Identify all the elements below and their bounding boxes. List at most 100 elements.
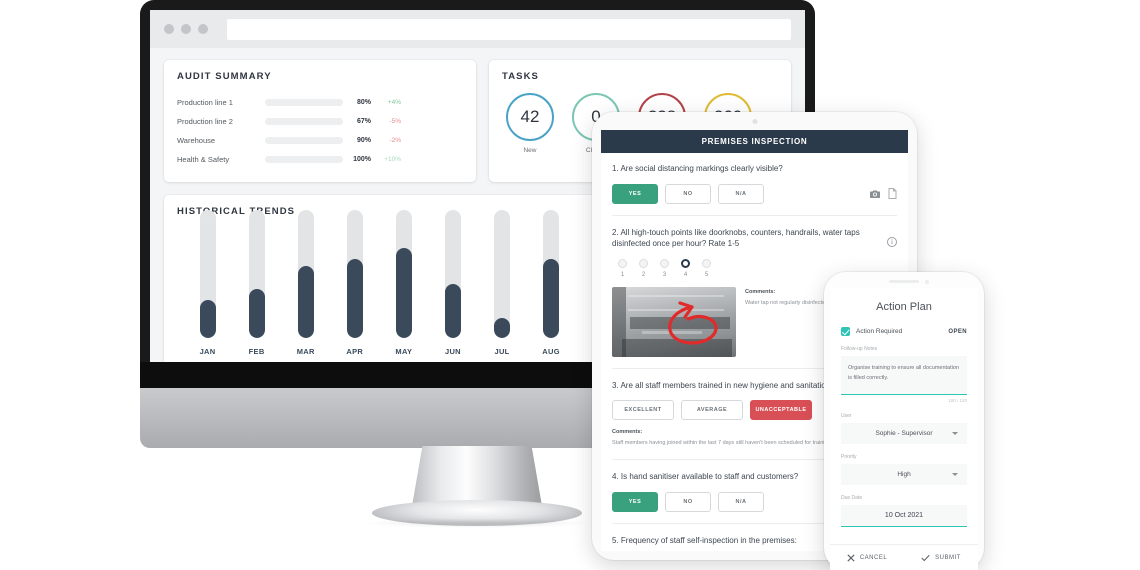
trends-bar-label: APR (346, 347, 364, 356)
q3-option-unacceptable[interactable]: UNACCEPTABLE (750, 400, 812, 421)
user-value: Sophie - Supervisor (875, 429, 933, 437)
phone-speaker (889, 280, 919, 283)
q1-option-na[interactable]: N/A (718, 183, 764, 204)
rating-label: 5 (704, 271, 709, 278)
rating-label: 2 (641, 271, 646, 278)
inspection-header-title: PREMISES INSPECTION (601, 130, 908, 153)
inspection-photo[interactable] (612, 286, 736, 357)
monitor-shadow (362, 518, 592, 528)
trends-bar-track (199, 210, 216, 338)
action-plan-footer: CANCEL SUBMIT (830, 544, 978, 570)
radio-icon (702, 258, 711, 268)
followup-notes-value: Organise training to ensure all document… (848, 365, 959, 382)
audit-row-percent: 100% (353, 156, 371, 163)
trends-bar-column: JAN (183, 210, 232, 356)
rating-option-3[interactable]: 3 (654, 258, 675, 278)
audit-progress-track (265, 118, 343, 125)
radio-icon (639, 258, 648, 268)
trends-bar-fill (297, 266, 314, 338)
followup-notes-input[interactable]: Organise training to ensure all document… (841, 356, 967, 395)
trends-bar-column: MAY (379, 210, 428, 356)
trends-bar-fill (199, 299, 216, 338)
trends-bar-column: FEB (232, 210, 281, 356)
audit-row: Warehouse 90% -2% (177, 131, 463, 150)
q1-option-yes[interactable]: YES (612, 183, 658, 204)
character-counter: 100 / 120 (948, 397, 967, 403)
audit-row-label: Production line 1 (177, 98, 233, 107)
monitor-stand-neck (412, 446, 542, 506)
phone-device: Action Plan Action Required OPEN Follow-… (824, 272, 984, 570)
due-date-input[interactable]: 10 Oct 2021 (841, 504, 967, 527)
action-required-row: Action Required OPEN (841, 327, 967, 336)
document-icon[interactable] (888, 188, 897, 200)
trends-bar-track (248, 210, 265, 338)
audit-row-delta: -2% (389, 137, 401, 144)
followup-notes-label: Follow-up Notes (841, 346, 878, 352)
user-select[interactable]: Sophie - Supervisor (841, 422, 967, 444)
priority-label: Priority (841, 453, 857, 460)
user-label: User (841, 412, 852, 419)
trends-bar-column: AUG (527, 210, 576, 356)
scene: AUDIT SUMMARY Production line 1 80% +4% (0, 0, 1140, 570)
window-minimize-icon[interactable] (181, 24, 191, 34)
trends-bar-fill (248, 289, 265, 338)
trends-bar-track (297, 210, 314, 338)
priority-select[interactable]: High (841, 463, 967, 485)
audit-row-percent: 80% (356, 99, 371, 106)
chevron-down-icon (952, 431, 958, 435)
audit-progress-track (265, 156, 343, 163)
task-count-ring: 42 (506, 93, 554, 141)
trends-bar-track (543, 210, 560, 338)
q1-option-no[interactable]: NO (665, 183, 711, 204)
q4-option-na[interactable]: N/A (718, 491, 764, 512)
task-metric-new[interactable]: 42 New (506, 93, 554, 154)
trends-bar-label: JUL (494, 347, 510, 356)
action-required-label: Action Required (856, 328, 903, 335)
trends-bar-track (346, 210, 363, 338)
trends-bar-track (494, 210, 510, 338)
trends-bar-column: JUN (428, 210, 477, 356)
tasks-title: TASKS (502, 71, 539, 82)
q4-option-yes[interactable]: YES (612, 491, 658, 512)
camera-icon[interactable] (869, 189, 881, 199)
audit-row-label: Warehouse (177, 136, 216, 145)
q1-attachments (869, 188, 897, 200)
rating-label: 1 (620, 271, 625, 278)
submit-label: SUBMIT (935, 554, 961, 561)
trends-bar-column: APR (330, 210, 379, 356)
audit-row-percent: 67% (356, 118, 371, 125)
trends-bar-label: FEB (248, 347, 265, 356)
rating-option-1[interactable]: 1 (612, 258, 633, 278)
trends-bar-fill (494, 317, 510, 338)
check-icon (921, 554, 930, 561)
close-icon (847, 553, 855, 562)
question-1: 1. Are social distancing markings clearl… (612, 163, 897, 204)
rating-option-5[interactable]: 5 (696, 258, 717, 278)
rating-label: 3 (662, 271, 667, 278)
audit-row-delta: -5% (389, 118, 401, 125)
q4-option-no[interactable]: NO (665, 491, 711, 512)
q3-option-average[interactable]: AVERAGE (681, 400, 743, 421)
submit-button[interactable]: SUBMIT (904, 554, 978, 562)
trends-bar-label: MAR (296, 347, 315, 356)
trends-bar-fill (346, 258, 363, 338)
window-maximize-icon[interactable] (198, 24, 208, 34)
action-plan-title: Action Plan (876, 301, 932, 313)
due-date-label: Due Date (841, 494, 863, 501)
trends-bar-fill (395, 248, 412, 338)
trends-bar-label: MAY (395, 347, 413, 356)
trends-bar-column: MAR (281, 210, 330, 356)
rating-option-2[interactable]: 2 (633, 258, 654, 278)
trends-bar-label: JUN (444, 347, 461, 356)
audit-row: Production line 2 67% -5% (177, 112, 463, 131)
task-caption: New (523, 147, 537, 154)
cancel-button[interactable]: CANCEL (830, 553, 904, 562)
rating-option-4[interactable]: 4 (675, 258, 696, 278)
window-close-icon[interactable] (164, 24, 174, 34)
tablet-camera-icon (752, 119, 757, 124)
address-bar-input[interactable] (227, 18, 791, 40)
q3-option-excellent[interactable]: EXCELLENT (612, 400, 674, 421)
checkbox-checked-icon[interactable] (841, 327, 850, 336)
trends-bar-label: JAN (199, 347, 216, 356)
info-icon[interactable]: i (887, 236, 897, 247)
